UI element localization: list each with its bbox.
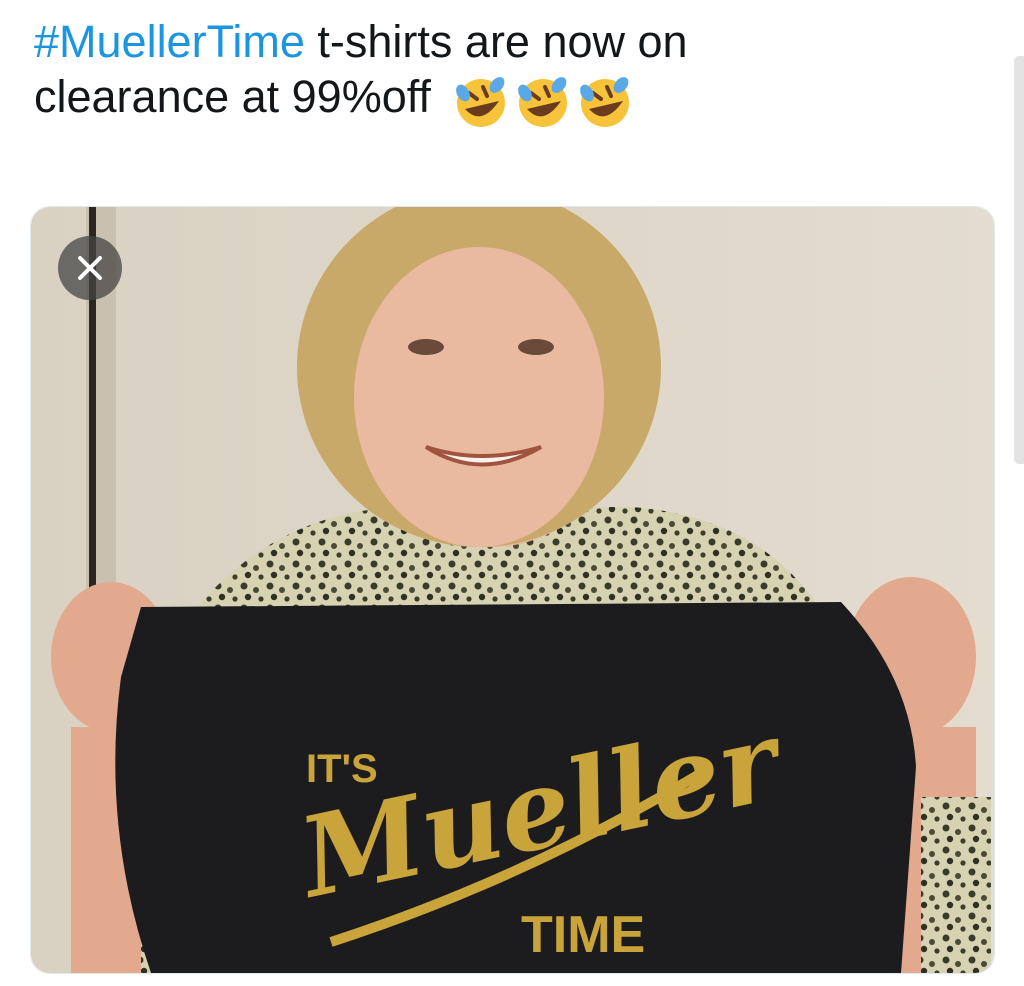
shirt-time-text: TIME <box>521 906 645 964</box>
rolling-on-floor-laughing-emoji <box>456 76 506 127</box>
rolling-on-floor-laughing-emoji <box>580 76 630 127</box>
tweet-photo[interactable]: IT'S Mueller TIME <box>30 206 995 974</box>
tweet-text-line1: t-shirts are now on <box>304 16 688 67</box>
rolling-on-floor-laughing-emoji <box>518 76 568 127</box>
scrollbar-thumb[interactable] <box>1014 56 1024 464</box>
close-icon <box>78 256 102 280</box>
tweet-text-line2: clearance at 99%off <box>34 71 431 122</box>
tweet-text: #MuellerTime t-shirts are now on clearan… <box>34 14 994 131</box>
hashtag-link[interactable]: #MuellerTime <box>34 16 305 67</box>
emoji-row <box>451 70 637 131</box>
photo-illustration: IT'S Mueller TIME <box>31 207 994 973</box>
face <box>354 247 604 547</box>
close-button[interactable] <box>58 236 122 300</box>
